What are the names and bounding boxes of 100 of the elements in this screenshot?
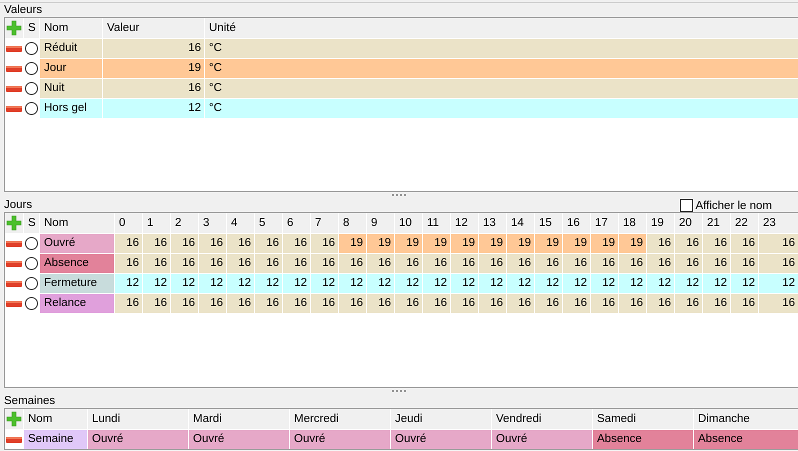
hour-cell: 16 [563,254,590,273]
hour-cell: 12 [619,274,646,293]
remove-icon[interactable] [6,46,22,52]
hour-cell: 16 [647,254,674,273]
remove-icon[interactable] [6,240,22,246]
hour-cell: 16 [115,234,142,253]
unit-cell: °C [205,59,798,78]
hour-cell: 16 [535,254,562,273]
remove-icon[interactable] [6,66,22,72]
column-header[interactable]: Nom [40,213,114,233]
hour-cell: 19 [395,234,422,253]
radio-button[interactable] [25,82,38,95]
column-header[interactable]: Valeur [103,18,204,38]
column-header[interactable]: 10 [395,213,422,233]
column-header[interactable]: S [24,213,39,233]
hour-cell: 16 [171,234,198,253]
radio-button[interactable] [25,257,38,270]
column-header[interactable]: 8 [339,213,366,233]
radio-button[interactable] [25,42,38,55]
column-header[interactable]: 23 [759,213,798,233]
column-header[interactable]: 6 [283,213,310,233]
column-header[interactable]: 18 [619,213,646,233]
column-header[interactable]: Dimanche [694,409,798,429]
column-header[interactable]: Samedi [593,409,693,429]
hour-cell: 12 [591,274,618,293]
column-header[interactable]: 15 [535,213,562,233]
hour-cell: 12 [311,274,338,293]
column-header[interactable]: 4 [227,213,254,233]
remove-icon[interactable] [6,436,22,442]
column-header[interactable]: Mercredi [290,409,390,429]
column-header[interactable]: Lundi [88,409,188,429]
hour-cell: 16 [731,234,758,253]
radio-button[interactable] [25,297,38,310]
hour-cell: 12 [703,274,730,293]
name-cell: Hors gel [40,99,102,118]
column-header[interactable]: Vendredi [492,409,592,429]
column-header[interactable]: 5 [255,213,282,233]
column-header[interactable]: Nom [24,409,87,429]
radio-button[interactable] [25,237,38,250]
radio-button[interactable] [25,102,38,115]
remove-icon[interactable] [6,280,22,286]
column-header[interactable]: 0 [115,213,142,233]
column-header[interactable]: Unité [205,18,798,38]
column-header[interactable]: 2 [171,213,198,233]
hour-cell: 16 [339,254,366,273]
column-header[interactable]: S [24,18,39,38]
column-header[interactable]: 14 [507,213,534,233]
column-header[interactable]: 20 [675,213,702,233]
hour-cell: 16 [227,254,254,273]
hour-cell: 12 [171,274,198,293]
column-header[interactable]: 9 [367,213,394,233]
column-header[interactable]: Mardi [189,409,289,429]
column-header[interactable]: 7 [311,213,338,233]
hour-cell: 12 [395,274,422,293]
add-icon[interactable] [6,20,22,36]
hour-cell: 16 [143,254,170,273]
hour-cell: 16 [591,294,618,313]
column-header[interactable]: 11 [423,213,450,233]
column-header[interactable]: 12 [451,213,478,233]
hour-cell: 16 [199,294,226,313]
column-header[interactable]: Jeudi [391,409,491,429]
column-header[interactable]: Nom [40,18,102,38]
column-header[interactable]: 1 [143,213,170,233]
hour-cell: 16 [731,254,758,273]
section-title: Semaines [4,394,56,408]
add-icon[interactable] [6,411,22,427]
hour-cell: 16 [591,254,618,273]
column-header[interactable]: 13 [479,213,506,233]
hour-cell: 16 [143,294,170,313]
column-header[interactable]: 21 [703,213,730,233]
radio-button[interactable] [25,62,38,75]
hour-cell: 16 [423,254,450,273]
name-cell: Fermeture [40,274,114,293]
hour-cell: 16 [115,254,142,273]
remove-icon[interactable] [6,106,22,112]
column-header[interactable]: 16 [563,213,590,233]
value-cell: 16 [103,79,204,98]
hour-cell: 12 [283,274,310,293]
day-cell: Ouvré [290,430,390,449]
column-header[interactable]: 3 [199,213,226,233]
name-cell: Nuit [40,79,102,98]
column-header[interactable]: 19 [647,213,674,233]
remove-icon[interactable] [6,86,22,92]
hour-cell: 16 [143,234,170,253]
hour-cell: 16 [311,294,338,313]
hour-cell: 16 [731,294,758,313]
remove-icon[interactable] [6,260,22,266]
column-header[interactable]: 17 [591,213,618,233]
remove-icon[interactable] [6,300,22,306]
hour-cell: 16 [423,294,450,313]
add-icon[interactable] [6,215,22,231]
hour-cell: 16 [703,234,730,253]
radio-button[interactable] [25,277,38,290]
hour-cell: 16 [255,254,282,273]
hour-cell: 12 [423,274,450,293]
show-name-checkbox[interactable]: Afficher le nom [680,199,772,212]
day-cell: Ouvré [492,430,592,449]
hour-cell: 12 [535,274,562,293]
hour-cell: 16 [451,294,478,313]
column-header[interactable]: 22 [731,213,758,233]
